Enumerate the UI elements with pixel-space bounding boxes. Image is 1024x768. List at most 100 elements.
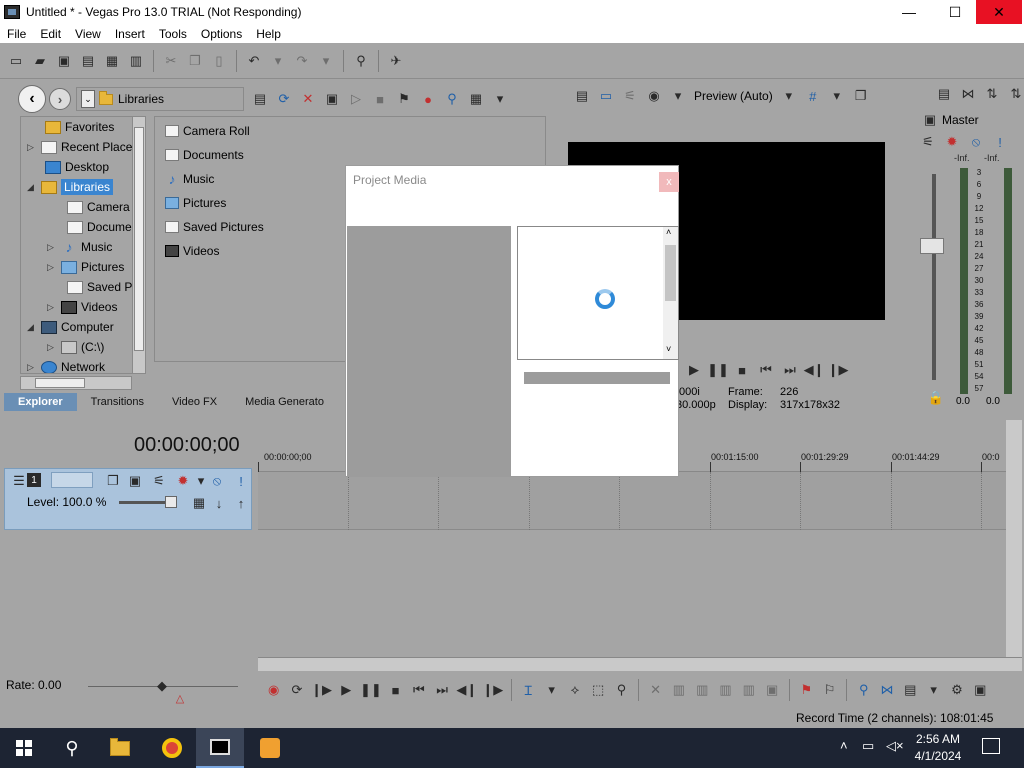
render-as-icon[interactable]: ▦ [102, 51, 122, 71]
lock-icon[interactable]: ▣ [763, 680, 780, 700]
trim-end-icon[interactable]: ▥ [717, 680, 734, 700]
move-up-icon[interactable]: ↑ [231, 493, 251, 513]
tree-item-music[interactable]: ▷ ♪ Music [47, 237, 112, 257]
new-project-icon[interactable]: ▭ [6, 51, 26, 71]
taskbar-app[interactable] [246, 728, 294, 768]
menu-tools[interactable]: Tools [152, 27, 194, 41]
next-frame-icon[interactable]: ⏭ [780, 360, 800, 380]
mute-icon[interactable]: ⦸ [966, 132, 986, 152]
scroll-thumb[interactable] [35, 378, 85, 388]
menu-file[interactable]: File [0, 27, 33, 41]
tree-item-libraries[interactable]: ◢ Libraries [27, 177, 114, 197]
network-icon[interactable]: ▭ [862, 738, 874, 754]
properties-icon[interactable]: ▥ [126, 51, 146, 71]
move-down-icon[interactable]: ↓ [209, 493, 229, 513]
notifications-icon[interactable] [982, 738, 1000, 754]
minimize-button[interactable]: — [886, 0, 932, 24]
lock-envelopes-icon[interactable]: ⚙ [948, 680, 965, 700]
dialog-close-button[interactable]: x [659, 172, 679, 192]
play-preview-icon[interactable]: ▷ [346, 89, 366, 109]
external-monitor-icon[interactable]: ▭ [596, 86, 616, 106]
tab-media-generators[interactable]: Media Generato [231, 393, 338, 411]
mute-track-icon[interactable]: ⦸ [207, 471, 227, 491]
auto-ripple-icon[interactable]: ✈ [386, 51, 406, 71]
folder-tree[interactable]: Favorites ▷ Recent Places Desktop ◢ Libr… [20, 116, 146, 374]
maximize-button[interactable]: ☐ [932, 0, 978, 24]
video-fx-icon[interactable]: ⚟ [620, 86, 640, 106]
undo-dropdown-icon[interactable]: ▾ [268, 51, 288, 71]
taskbar-vegas-pro[interactable] [196, 728, 244, 768]
tree-item-network[interactable]: ▷ Network [27, 357, 105, 373]
list-item[interactable]: Videos [165, 241, 219, 261]
enable-snapping-icon[interactable]: ⚲ [855, 680, 872, 700]
views-dropdown-icon[interactable]: ▾ [490, 89, 510, 109]
list-item[interactable]: Documents [165, 145, 244, 165]
fx-settings-icon[interactable]: ✹ [942, 132, 962, 152]
loop-playback-icon[interactable]: ⟳ [288, 680, 305, 700]
scroll-thumb[interactable] [134, 127, 144, 351]
lock-icon[interactable]: 🔒 [926, 388, 946, 408]
track-level-knob[interactable] [165, 496, 177, 508]
fx-chain-icon[interactable]: ⚟ [918, 132, 938, 152]
edit-tool-dropdown-icon[interactable]: ▾ [543, 680, 560, 700]
taskbar-chrome[interactable] [148, 728, 196, 768]
save-as-icon[interactable]: ▤ [78, 51, 98, 71]
tree-horizontal-scrollbar[interactable] [20, 376, 132, 390]
master-fader-knob[interactable] [920, 238, 944, 254]
search-button[interactable]: ⚲ [48, 728, 96, 768]
video-track-header[interactable]: ☰ 1 ❐ ▣ ⚟ ✹ ▾ ⦸ ! Level: 100.0 % ▦ ↓ ↑ [4, 468, 252, 530]
show-hidden-icons-icon[interactable]: ˄ [840, 738, 848, 753]
minimize-track-icon[interactable]: ☰ [9, 471, 29, 491]
menu-help[interactable]: Help [249, 27, 288, 41]
stop-icon[interactable]: ■ [387, 680, 404, 700]
tree-item-favorites[interactable]: Favorites [31, 117, 114, 137]
trim-start-icon[interactable]: ▥ [694, 680, 711, 700]
list-item[interactable]: Camera Roll [165, 121, 250, 141]
insert-marker-icon[interactable]: ⚑ [798, 680, 815, 700]
split-icon[interactable]: ▥ [740, 680, 757, 700]
menu-view[interactable]: View [68, 27, 108, 41]
auto-ripple-icon[interactable]: ▤ [902, 680, 919, 700]
split-screen-dropdown-icon[interactable]: ▾ [668, 86, 688, 106]
timeline-horizontal-scrollbar[interactable] [258, 657, 1022, 671]
tree-item-documents[interactable]: Documen [53, 217, 138, 237]
system-clock[interactable]: 2:56 AM 4/1/2024 [908, 731, 968, 765]
trim-icon[interactable]: ▥ [670, 680, 687, 700]
tab-video-fx[interactable]: Video FX [158, 393, 231, 411]
chevron-down-icon[interactable]: ⌄ [81, 90, 95, 108]
list-item[interactable]: Saved Pictures [165, 217, 264, 237]
new-folder-icon[interactable]: ▣ [322, 89, 342, 109]
step-forward-icon[interactable]: ❙▶ [828, 360, 849, 380]
prev-frame-icon[interactable]: ◀❙ [456, 680, 477, 700]
scroll-down-icon[interactable]: ˅ [666, 344, 671, 354]
dialog-vertical-scrollbar[interactable]: ˄ ˅ [663, 227, 678, 359]
close-button[interactable]: ✕ [976, 0, 1022, 24]
stop-icon[interactable]: ■ [732, 360, 752, 380]
scroll-thumb[interactable] [665, 245, 676, 301]
master-fader-track[interactable] [932, 174, 936, 380]
tab-explorer[interactable]: Explorer [4, 393, 77, 411]
track-motion-icon[interactable]: ⚟ [149, 471, 169, 491]
get-media-icon[interactable]: ● [418, 89, 438, 109]
tree-item-saved-pictures[interactable]: Saved Pic [53, 277, 141, 297]
tree-item-videos[interactable]: ▷ Videos [47, 297, 117, 317]
tree-item-recent-places[interactable]: ▷ Recent Places [27, 137, 138, 157]
downmix-icon[interactable]: ⋈ [958, 84, 978, 104]
go-to-start-icon[interactable]: ⏮ [410, 680, 427, 700]
tree-item-c-drive[interactable]: ▷ (C:\) [47, 337, 104, 357]
next-frame-icon[interactable]: ❙▶ [482, 680, 503, 700]
lock-meters-icon[interactable]: ⇅ [1006, 84, 1024, 104]
redo-icon[interactable]: ↷ [292, 51, 312, 71]
up-folder-icon[interactable]: ▤ [250, 89, 270, 109]
tree-item-computer[interactable]: ◢ Computer [27, 317, 114, 337]
split-screen-icon[interactable]: ◉ [644, 86, 664, 106]
delete-icon[interactable]: ✕ [647, 680, 664, 700]
scroll-up-icon[interactable]: ˄ [666, 227, 671, 237]
list-item[interactable]: Pictures [165, 193, 226, 213]
track-fx-icon[interactable]: ✹ [173, 471, 193, 491]
tab-transitions[interactable]: Transitions [77, 393, 158, 411]
open-icon[interactable]: ▰ [30, 51, 50, 71]
address-bar[interactable]: ⌄ Libraries [76, 87, 244, 111]
play-icon[interactable]: ▶ [684, 360, 704, 380]
menu-edit[interactable]: Edit [33, 27, 68, 41]
